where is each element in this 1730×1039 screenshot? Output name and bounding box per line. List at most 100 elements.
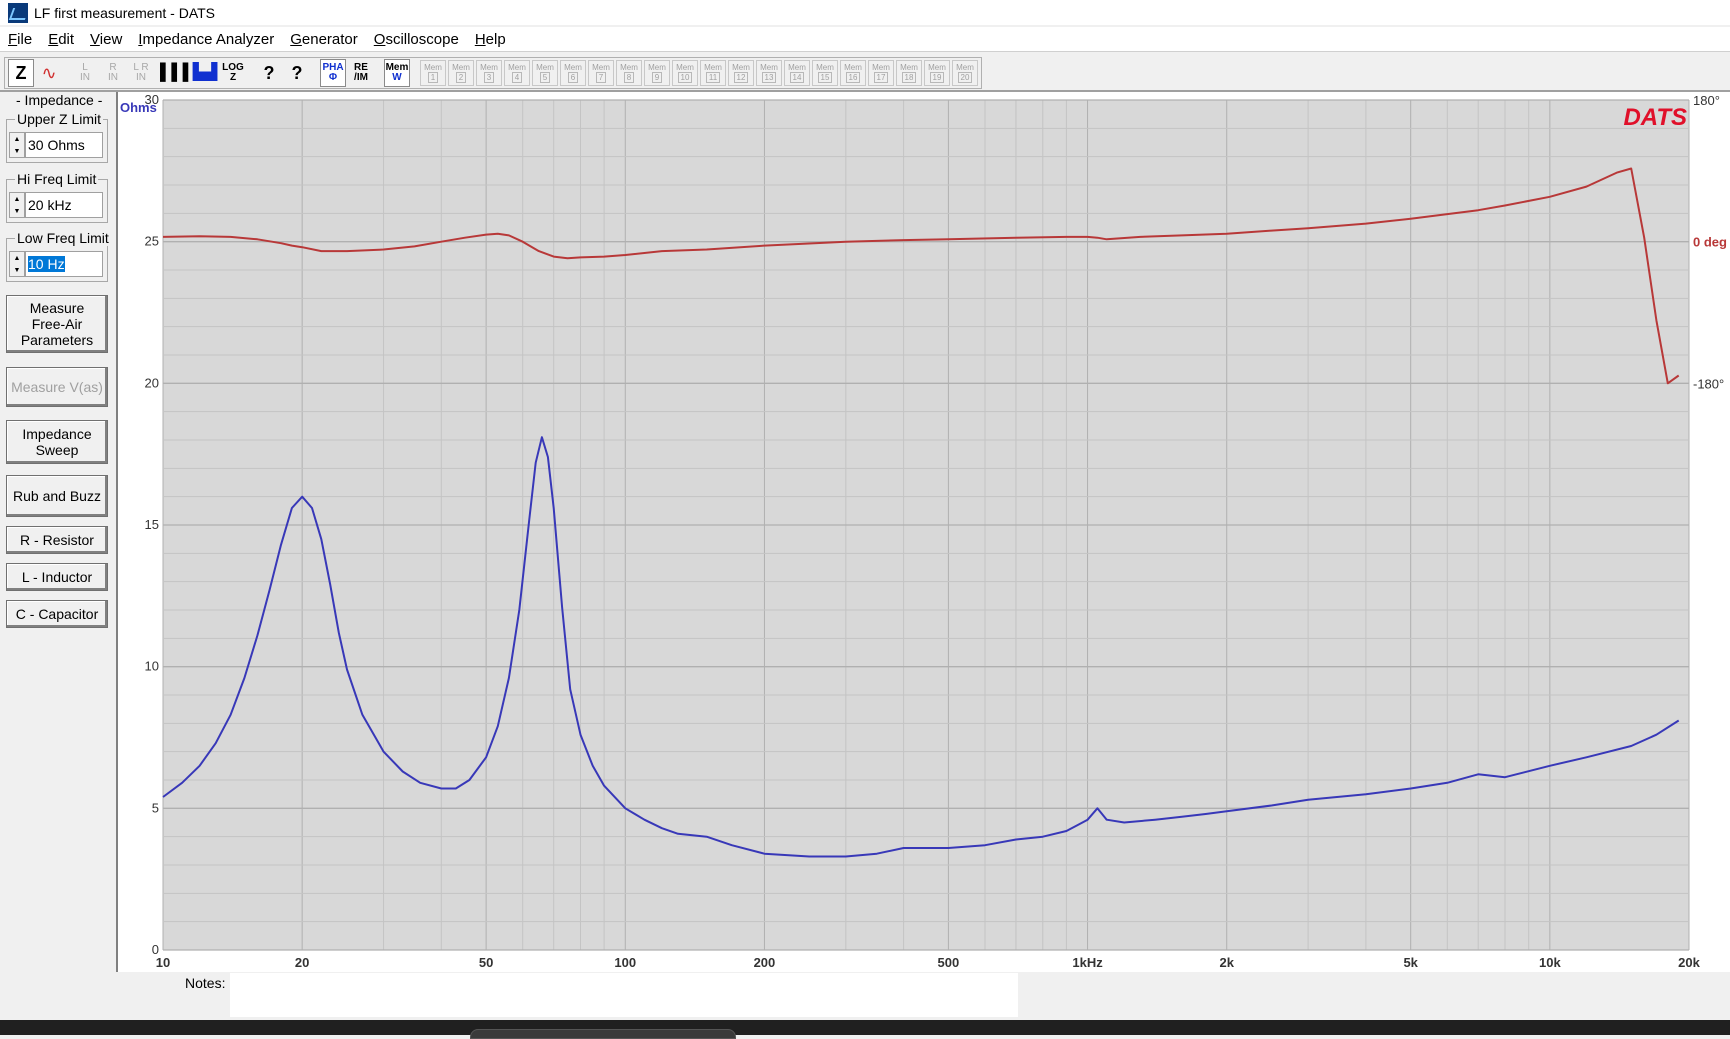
left-right-input-button[interactable]: L R IN [128,59,154,87]
bars-icon[interactable]: ▌▌▌ [160,59,194,87]
log-z-button[interactable]: LOG Z [220,59,246,87]
upper-z-spinner[interactable]: ▲ ▼ [9,132,25,158]
help-icon[interactable]: ? [256,59,282,87]
real-imaginary-button[interactable]: RE/IM [348,59,374,87]
y2-tick-label: 180° [1693,93,1720,108]
x-tick-label: 2k [1219,955,1234,970]
spin-up-icon: ▲ [13,135,21,143]
memory-slot-6-button[interactable]: Mem 6 [560,60,586,86]
y2-tick-label: 0 deg [1693,235,1727,250]
memory-slot-13-button[interactable]: Mem 13 [756,60,782,86]
rub-and-buzz-button[interactable]: Rub and Buzz [6,475,108,517]
spin-down-icon: ▼ [13,147,21,155]
memory-slot-14-button[interactable]: Mem 14 [784,60,810,86]
y-tick-label: 5 [152,800,159,815]
hi-freq-limit-label: Hi Freq Limit [15,171,99,187]
memory-slot-4-button[interactable]: Mem 4 [504,60,530,86]
window-title: LF first measurement - DATS [34,4,216,21]
memory-slot-1-button[interactable]: Mem 1 [420,60,446,86]
menu-impedance-analyzer[interactable]: Impedance Analyzer [130,31,282,48]
memory-slots: Mem 1 Mem 2 Mem 3 Mem 4 Mem 5 Mem 6 Mem 7 Mem 8 Mem 9 Mem 1… [419,60,979,86]
memory-slot-16-button[interactable]: Mem 16 [840,60,866,86]
impedance-section-title: - Impedance - [16,92,103,108]
taskbar [0,1020,1730,1039]
context-help-icon[interactable]: ? [284,59,310,87]
memory-slot-15-button[interactable]: Mem 15 [812,60,838,86]
memory-slot-18-button[interactable]: Mem 18 [896,60,922,86]
y-tick-label: 20 [145,375,159,390]
menu-edit[interactable]: Edit [40,31,82,48]
impedance-plot: 10 20 50 100 200 500 1kHz 2k 5k 10k 20k 0 5 10 15 20 25 3… [116,92,1730,972]
notes-label: Notes: [185,975,226,991]
right-input-button[interactable]: R IN [100,59,126,87]
memory-slot-12-button[interactable]: Mem 12 [728,60,754,86]
menu-help[interactable]: Help [467,31,514,48]
hi-freq-spinner[interactable]: ▲ ▼ [9,192,25,218]
upper-z-limit-label: Upper Z Limit [15,111,104,127]
ohms-axis-label: Ohms [120,100,157,115]
memory-slot-5-button[interactable]: Mem 5 [532,60,558,86]
spin-up-icon: ▲ [13,195,21,203]
x-tick-label: 10 [156,955,170,970]
memory-slot-20-button[interactable]: Mem 20 [952,60,978,86]
x-tick-label: 10k [1539,955,1561,970]
measure-vas-button[interactable]: Measure V(as) [6,367,108,407]
impedance-sweep-button[interactable]: Impedance Sweep [6,420,108,464]
taskbar-search[interactable] [470,1029,736,1039]
menu-generator[interactable]: Generator [282,31,366,48]
memory-slot-19-button[interactable]: Mem 19 [924,60,950,86]
hi-freq-limit-input[interactable]: 20 kHz [25,192,103,218]
low-freq-limit-group: Low Freq Limit ▲ ▼ 10 Hz [6,230,111,282]
low-freq-limit-label: Low Freq Limit [15,230,111,246]
notes-input[interactable] [230,973,1018,1017]
y-tick-label: 25 [145,234,159,249]
title-bar: LF first measurement - DATS [0,0,1730,25]
menu-oscilloscope[interactable]: Oscilloscope [366,31,467,48]
hi-freq-limit-group: Hi Freq Limit ▲ ▼ 20 kHz [6,171,108,223]
dats-app-icon [8,2,28,23]
memory-slot-17-button[interactable]: Mem 17 [868,60,894,86]
memory-slot-9-button[interactable]: Mem 9 [644,60,670,86]
low-freq-limit-input[interactable]: 10 Hz [25,251,103,277]
spin-down-icon: ▼ [13,207,21,215]
spin-down-icon: ▼ [13,266,21,274]
x-tick-label: 20 [295,955,309,970]
x-tick-label: 5k [1403,955,1418,970]
measure-free-air-parameters-button[interactable]: Measure Free-Air Parameters [6,295,108,353]
menu-bar: File Edit View Impedance Analyzer Generator O… [0,27,1730,52]
inductor-button[interactable]: L - Inductor [6,563,108,591]
x-tick-label: 20k [1678,955,1700,970]
memory-slot-11-button[interactable]: Mem 11 [700,60,726,86]
x-tick-label: 200 [754,955,776,970]
waveform-icon[interactable]: ∿ [36,59,62,87]
y-tick-label: 10 [145,659,159,674]
capacitor-button[interactable]: C - Capacitor [6,600,108,628]
memory-slot-2-button[interactable]: Mem 2 [448,60,474,86]
upper-z-limit-input[interactable]: 30 Ohms [25,132,103,158]
x-tick-label: 100 [614,955,636,970]
toolbar: Z ∿ L IN R IN L R IN ▌▌▌ ▙▟ LOG Z ? ? PHA Φ R… [0,54,1730,92]
impedance-chart[interactable]: 10 20 50 100 200 500 1kHz 2k 5k 10k 20k05101520253… [118,92,1730,972]
spin-up-icon: ▲ [13,254,21,262]
memory-slot-8-button[interactable]: Mem 8 [616,60,642,86]
memory-slot-7-button[interactable]: Mem 7 [588,60,614,86]
y2-tick-label: -180° [1693,376,1724,391]
memory-write-button[interactable]: Mem W [384,59,410,87]
menu-file[interactable]: File [0,31,40,48]
resistor-button[interactable]: R - Resistor [6,526,108,554]
x-tick-label: 50 [479,955,493,970]
phase-button[interactable]: PHA Φ [320,59,346,87]
x-tick-label: 1kHz [1072,955,1103,970]
left-input-button[interactable]: L IN [72,59,98,87]
x-tick-label: 500 [938,955,960,970]
memory-slot-3-button[interactable]: Mem 3 [476,60,502,86]
impedance-mode-z-button[interactable]: Z [8,59,34,87]
bar-graph-icon[interactable]: ▙▟ [192,59,218,87]
memory-slot-10-button[interactable]: Mem 10 [672,60,698,86]
dats-logo: DATS [1623,104,1687,131]
y-tick-label: 0 [152,942,159,957]
y-tick-label: 15 [145,517,159,532]
menu-view[interactable]: View [82,31,130,48]
low-freq-spinner[interactable]: ▲ ▼ [9,251,25,277]
sidebar: - Impedance - Upper Z Limit ▲ ▼ 30 Ohms H… [0,92,112,972]
